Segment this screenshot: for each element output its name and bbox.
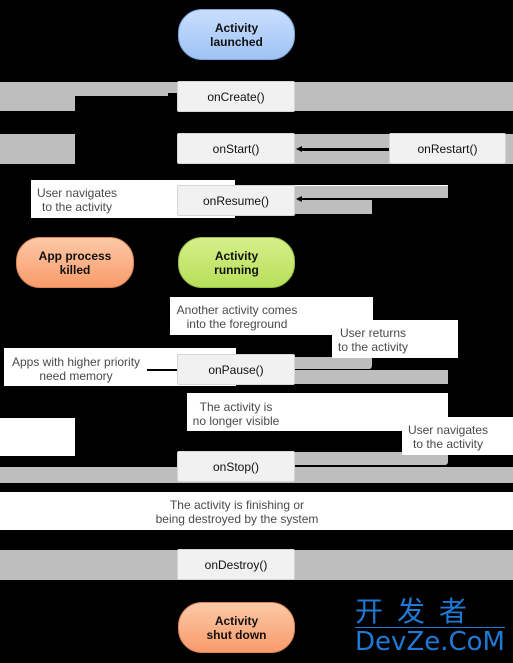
method-onstop: onStop(): [177, 451, 295, 482]
state-running-line2: running: [214, 262, 259, 277]
band-oncreate-right: [294, 82, 513, 111]
state-activity-running: Activity running: [178, 237, 295, 288]
note-finishing-line1: The activity is finishing or: [169, 498, 305, 512]
note-higher-priority: Apps with higher priority need memory: [6, 355, 146, 383]
note-box-left-blank: [0, 418, 75, 456]
band-onstart-left: [0, 134, 75, 164]
note-higher-priority-line1: Apps with higher priority: [11, 355, 141, 369]
watermark-latin: DevZe.CoM: [355, 627, 505, 657]
note-user-navigates-2: User navigates to the activity: [404, 423, 492, 451]
arrow-restart-to-start: [302, 148, 390, 151]
state-app-process-killed: App process killed: [16, 237, 134, 288]
state-killed-line2: killed: [59, 262, 91, 277]
note-another-activity: Another activity comes into the foregrou…: [172, 303, 302, 331]
method-oncreate: onCreate(): [177, 81, 295, 112]
arrow-head-restart-to-start: [296, 146, 302, 152]
line-stop-right: [294, 465, 448, 466]
state-launched-line2: launched: [210, 34, 263, 49]
note-user-returns-line2: to the activity: [337, 340, 409, 354]
state-launched-line1: Activity: [214, 20, 259, 35]
band-oncreate-cutout: [75, 96, 168, 111]
state-activity-shut-down: Activity shut down: [178, 602, 295, 653]
band-onresume-right: [294, 186, 448, 198]
note-another-activity-line1: Another activity comes: [176, 303, 298, 317]
state-running-line1: Activity: [214, 248, 259, 263]
state-shutdown-line1: Activity: [214, 613, 259, 628]
note-finishing-line2: being destroyed by the system: [155, 512, 319, 526]
note-finishing: The activity is finishing or being destr…: [150, 498, 324, 526]
band-onrestart-right: [505, 134, 513, 164]
note-no-longer-visible-line2: no longer visible: [192, 414, 280, 428]
method-onresume: onResume(): [177, 185, 295, 216]
note-no-longer-visible-line1: The activity is: [199, 400, 273, 414]
band-onresume-right2: [294, 198, 372, 214]
method-onrestart: onRestart(): [389, 133, 506, 164]
band-onpause-right-top: [294, 357, 372, 369]
band-onpause-right: [294, 370, 448, 384]
note-higher-priority-line2: need memory: [39, 369, 113, 383]
state-shutdown-line2: shut down: [206, 627, 267, 642]
note-user-navigates-1-line1: User navigates: [36, 186, 118, 200]
state-activity-launched: Activity launched: [178, 9, 295, 60]
arrow-to-resume: [302, 198, 372, 200]
watermark-chinese: 开发者: [355, 595, 482, 628]
arrow-higher-priority: [147, 369, 178, 371]
watermark-logo: 开发者 DevZe.CoM: [355, 597, 505, 656]
method-ondestroy: onDestroy(): [177, 549, 295, 580]
arrow-head-to-resume: [296, 196, 302, 202]
state-killed-line1: App process: [38, 248, 112, 263]
note-user-navigates-2-line1: User navigates: [407, 423, 489, 437]
note-user-navigates-2-line2: to the activity: [412, 437, 484, 451]
note-user-returns: User returns to the activity: [333, 326, 413, 354]
note-user-navigates-1: User navigates to the activity: [33, 186, 121, 214]
note-no-longer-visible: The activity is no longer visible: [188, 400, 284, 428]
line-pause-right: [294, 369, 372, 370]
note-user-returns-line1: User returns: [339, 326, 407, 340]
method-onpause: onPause(): [177, 354, 295, 385]
line-resume-top: [294, 185, 448, 186]
note-another-activity-line2: into the foreground: [186, 317, 288, 331]
method-onstart: onStart(): [177, 133, 295, 164]
note-user-navigates-1-line2: to the activity: [41, 200, 113, 214]
